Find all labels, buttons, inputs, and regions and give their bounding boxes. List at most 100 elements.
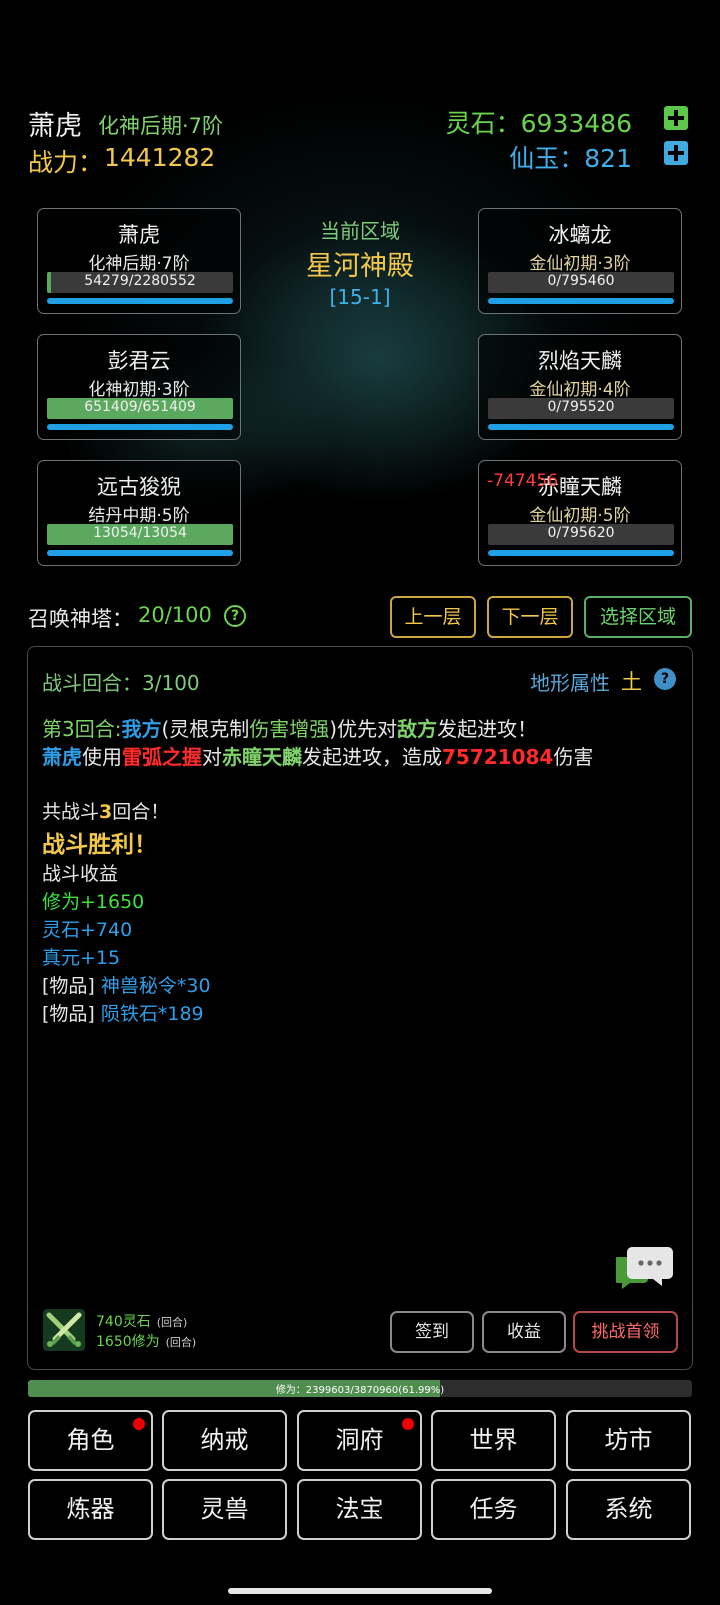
item-name[interactable]: 神兽秘令*30 (101, 975, 211, 997)
ally-card[interactable]: 远古狻猊 结丹中期·5阶 13054/13054 (37, 460, 241, 566)
terrain-help-icon[interactable]: ? (654, 668, 676, 690)
floor-down-button[interactable]: 下一层 (487, 596, 573, 638)
enemy-card[interactable]: 烈焰天麟 金仙初期·4阶 0/795520 (478, 334, 682, 440)
log-text: 共战斗 (42, 801, 100, 823)
unit-name: 彭君云 (107, 349, 171, 373)
hp-bar: 54279/2280552 (47, 272, 233, 293)
reward-unit: (回合) (165, 1336, 197, 1349)
enemy-card[interactable]: 赤瞳天麟 金仙初期·5阶 0/795620 -747456 (478, 460, 682, 566)
select-zone-button[interactable]: 选择区域 (584, 596, 692, 638)
enemy-card[interactable]: 冰螭龙 金仙初期·3阶 0/795460 (478, 208, 682, 314)
unit-name: 烈焰天麟 (538, 349, 622, 373)
mana-bar (488, 298, 674, 304)
log-text: 使用 (82, 745, 122, 769)
mana-bar (47, 424, 233, 430)
income-yuan: 真元+15 (42, 947, 121, 969)
plus-icon (668, 110, 684, 126)
nav-ring[interactable]: 纳戒 (162, 1410, 287, 1471)
spirit-stone-balance: 灵石：6933486 (445, 109, 632, 138)
income-button[interactable]: 收益 (482, 1311, 566, 1353)
nav-system[interactable]: 系统 (566, 1479, 691, 1540)
hp-text: 0/795620 (547, 525, 615, 541)
nav-beasts[interactable]: 灵兽 (162, 1479, 287, 1540)
notification-dot (402, 1418, 414, 1430)
home-indicator[interactable] (228, 1588, 492, 1594)
nav-tasks[interactable]: 任务 (431, 1479, 556, 1540)
round-reward-cultivation: 1650修为 (回合) (96, 1331, 196, 1351)
log-text: 对 (202, 745, 222, 769)
log-text: 发起进攻，造成 (302, 745, 442, 769)
unit-name: 冰螭龙 (548, 223, 612, 247)
nav-character[interactable]: 角色 (28, 1410, 153, 1471)
log-text: 我方 (121, 717, 162, 741)
hp-text: 651409/651409 (84, 399, 196, 415)
floor-up-button[interactable]: 上一层 (390, 596, 476, 638)
power-label: 战力： (28, 148, 104, 177)
reward-value: 740灵石 (96, 1314, 151, 1330)
power-value: 1441282 (104, 143, 216, 172)
nav-label: 坊市 (604, 1426, 653, 1454)
hp-text: 54279/2280552 (84, 273, 196, 289)
ally-card[interactable]: 萧虎 化神后期·7阶 54279/2280552 (37, 208, 241, 314)
round-label: 战斗回合： (42, 671, 142, 695)
terrain-value: 土 (621, 670, 642, 694)
income-label: 战斗收益 (42, 863, 119, 885)
damage-float-text: -747456 (487, 471, 559, 491)
log-text: 敌方 (397, 717, 438, 741)
log-text: )优先对 (329, 717, 398, 741)
reward-value: 1650修为 (96, 1334, 160, 1350)
challenge-boss-button[interactable]: 挑战首领 (573, 1311, 678, 1353)
item-name[interactable]: 陨铁石*189 (101, 1003, 204, 1025)
log-line-summary: 共战斗3回合！ (42, 797, 169, 824)
log-text: 发起进攻！ (437, 717, 538, 741)
tower-progress: 20/100 (138, 603, 212, 627)
battle-round: 战斗回合：3/100 (42, 667, 200, 696)
log-text: 75721084 (442, 745, 554, 769)
nav-label: 系统 (604, 1495, 653, 1523)
tower-label: 召唤神塔： (28, 607, 133, 631)
hp-bar: 0/795620 (488, 524, 674, 545)
nav-treasure[interactable]: 法宝 (297, 1479, 422, 1540)
signin-button[interactable]: 签到 (390, 1311, 474, 1353)
ally-card[interactable]: 彭君云 化神初期·3阶 651409/651409 (37, 334, 241, 440)
nav-market[interactable]: 坊市 (566, 1410, 691, 1471)
hp-bar: 651409/651409 (47, 398, 233, 419)
hp-bar: 13054/13054 (47, 524, 233, 545)
unit-realm: 结丹中期·5阶 (88, 506, 190, 526)
reward-unit: (回合) (156, 1316, 188, 1329)
add-spirit-stone-button[interactable] (664, 106, 688, 130)
hp-text: 0/795460 (547, 273, 615, 289)
income-item: [物品] 神兽秘令*30 (42, 971, 211, 998)
unit-realm: 金仙初期·4阶 (529, 380, 631, 400)
log-text: 伤害增强 (249, 717, 330, 741)
add-immortal-jade-button[interactable] (664, 141, 688, 165)
nav-label: 纳戒 (200, 1426, 249, 1454)
log-text: 雷弧之握 (122, 745, 202, 769)
log-text: 回合！ (112, 801, 170, 823)
battle-log-panel[interactable]: 战斗回合：3/100 地形属性 土 ? 第3回合:我方(灵根克制伤害增强)优先对… (27, 646, 693, 1370)
immortal-jade-balance: 仙玉：821 (509, 144, 632, 173)
nav-world[interactable]: 世界 (431, 1410, 556, 1471)
hp-bar: 0/795520 (488, 398, 674, 419)
zone-code: [15-1] (329, 285, 391, 309)
zone-name: 星河神殿 (306, 251, 414, 282)
log-line-attack: 萧虎使用雷弧之握对赤瞳天麟发起进攻，造成75721084伤害 (42, 741, 593, 770)
nav-cave[interactable]: 洞府 (297, 1410, 422, 1471)
mana-bar (47, 550, 233, 556)
unit-realm: 金仙初期·5阶 (529, 506, 631, 526)
player-realm: 化神后期·7阶 (98, 114, 224, 138)
tower-help-icon[interactable]: ? (224, 605, 246, 627)
log-text: 第3回合: (42, 717, 122, 741)
cultivation-progress-text: 修为：2399603/3870960(61.99%) (275, 1385, 445, 1396)
unit-name: 远古狻猊 (97, 475, 181, 499)
victory-text: 战斗胜利！ (42, 832, 157, 858)
log-text: 萧虎 (42, 745, 82, 769)
log-line-turn: 第3回合:我方(灵根克制伤害增强)优先对敌方发起进攻！ (42, 713, 537, 742)
round-value: 3/100 (142, 671, 200, 695)
log-text: (灵根克制 (161, 717, 250, 741)
hp-text: 13054/13054 (93, 525, 187, 541)
notification-dot (133, 1418, 145, 1430)
crossed-swords-icon (43, 1309, 85, 1351)
chat-icon[interactable] (616, 1245, 676, 1289)
nav-forge[interactable]: 炼器 (28, 1479, 153, 1540)
